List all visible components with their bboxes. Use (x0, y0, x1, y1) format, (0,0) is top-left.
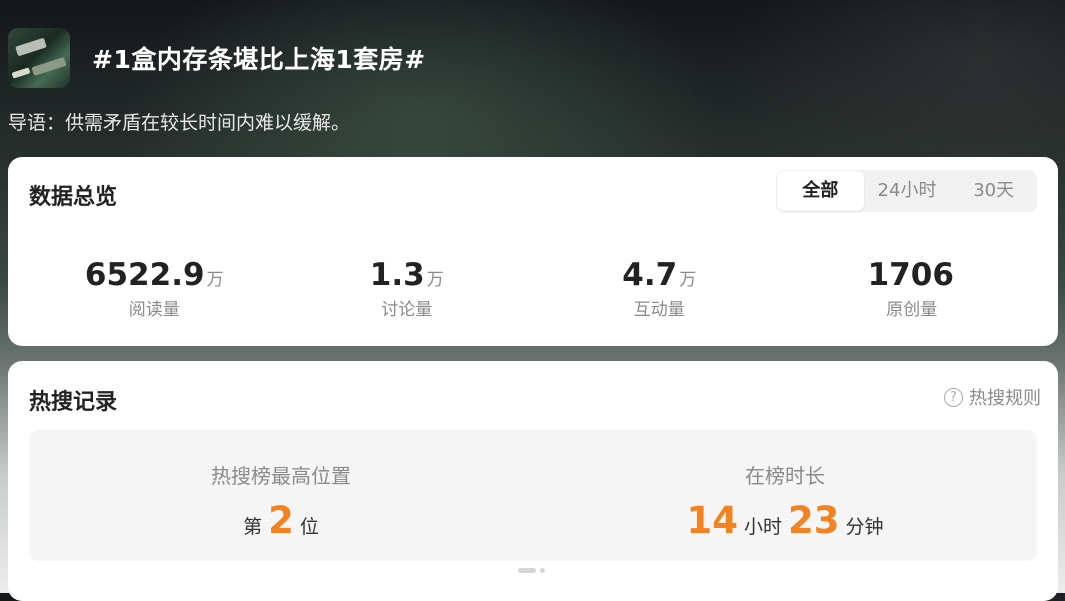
time-range-tabs: 全部 24小时 30天 (776, 170, 1037, 212)
tab-24h[interactable]: 24小时 (864, 171, 951, 211)
stat-value: 4.7 (622, 257, 678, 293)
topic-header: #1盒内存条堪比上海1套房# (8, 28, 426, 88)
stat-label: 互动量 (633, 300, 685, 320)
duration-hours-unit: 小时 (743, 516, 782, 538)
duration-hours: 14 (686, 499, 738, 542)
stat-reads: 6522.9 万 阅读量 (28, 257, 281, 320)
stat-label: 讨论量 (381, 300, 433, 320)
peak-prefix: 第 (243, 516, 263, 538)
stat-unit: 万 (679, 270, 697, 290)
hot-search-rules-link[interactable]: ? 热搜规则 (944, 384, 1041, 410)
peak-position-label: 热搜榜最高位置 (211, 464, 351, 488)
page-indicator (518, 568, 545, 573)
stats-row: 6522.9 万 阅读量 1.3 万 讨论量 4.7 万 互动量 1706 原创量 (28, 257, 1038, 320)
stat-label: 原创量 (886, 300, 938, 320)
stat-unit: 万 (426, 270, 444, 290)
tab-all[interactable]: 全部 (777, 171, 864, 211)
stat-interactions: 4.7 万 互动量 (533, 257, 786, 320)
peak-suffix: 位 (299, 516, 319, 538)
hot-search-title: 热搜记录 (29, 390, 118, 415)
stat-value: 1.3 (369, 257, 425, 293)
duration-label: 在榜时长 (745, 464, 825, 488)
topic-thumbnail-image (8, 28, 70, 88)
page-dot-active (518, 568, 536, 573)
page-dot (540, 568, 545, 573)
hot-search-card: 热搜记录 ? 热搜规则 热搜榜最高位置 第 2 位 在榜时长 14 小时 23 … (8, 361, 1058, 601)
peak-position: 热搜榜最高位置 第 2 位 (29, 430, 533, 561)
data-overview-card: 数据总览 全部 24小时 30天 6522.9 万 阅读量 1.3 万 讨论量 4.… (8, 157, 1058, 346)
stat-value: 1706 (867, 257, 954, 293)
stat-label: 阅读量 (128, 300, 180, 320)
question-circle-icon: ? (944, 387, 963, 407)
tab-30d[interactable]: 30天 (950, 171, 1037, 211)
rules-label: 热搜规则 (969, 388, 1041, 409)
topic-intro: 导语：供需矛盾在较长时间内难以缓解。 (8, 112, 351, 134)
overview-title: 数据总览 (29, 185, 118, 210)
stat-discussions: 1.3 万 讨论量 (281, 257, 534, 320)
duration-minutes: 23 (788, 499, 840, 542)
duration-minutes-unit: 分钟 (845, 516, 884, 538)
stat-unit: 万 (206, 270, 224, 290)
stat-value: 6522.9 (84, 257, 205, 293)
hot-search-panel: 热搜榜最高位置 第 2 位 在榜时长 14 小时 23 分钟 (29, 430, 1037, 561)
on-list-duration: 在榜时长 14 小时 23 分钟 (533, 430, 1037, 561)
peak-value: 2 (268, 499, 294, 542)
topic-title: #1盒内存条堪比上海1套房# (92, 45, 426, 74)
stat-originals: 1706 原创量 (786, 257, 1039, 320)
